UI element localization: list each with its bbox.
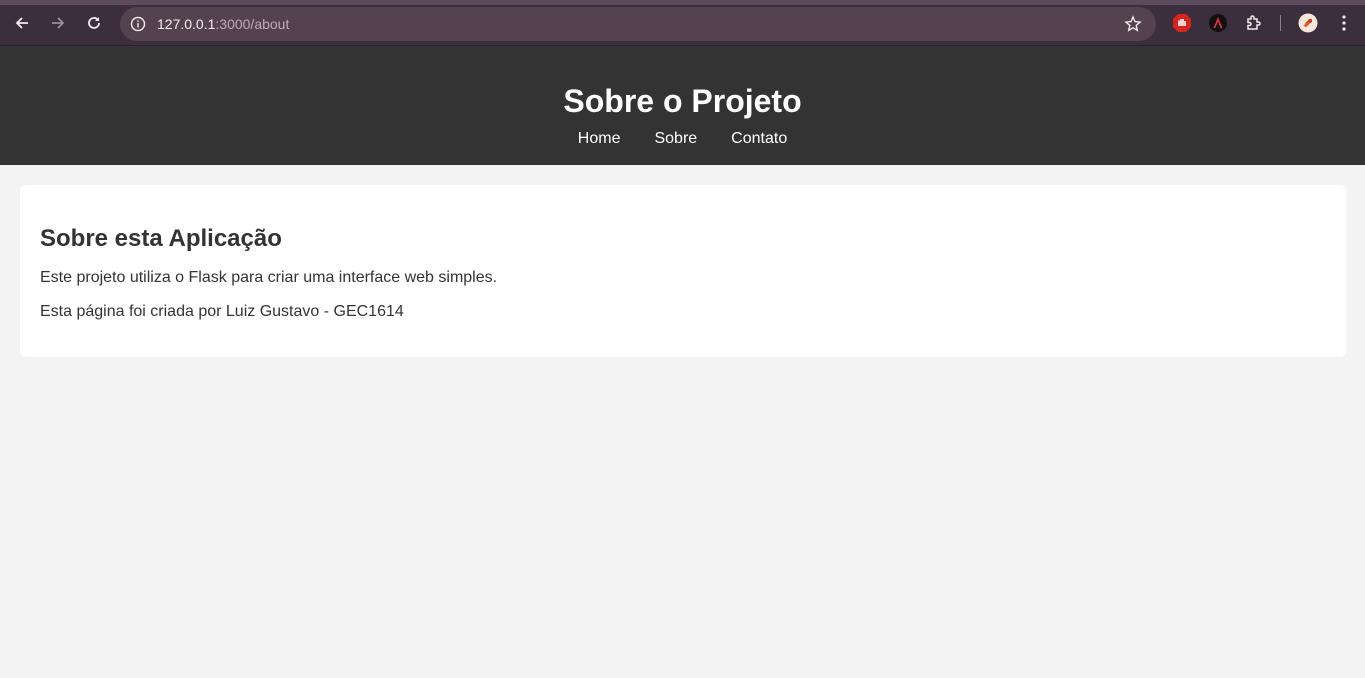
site-nav: Home Sobre Contato (0, 130, 1365, 148)
content-card: Sobre esta Aplicação Este projeto utiliz… (20, 185, 1346, 357)
content-paragraph: Este projeto utiliza o Flask para criar … (40, 269, 498, 286)
profile-avatar-icon (1298, 13, 1318, 33)
back-button[interactable] (10, 11, 34, 35)
reload-icon (88, 17, 100, 29)
reload-button[interactable] (82, 11, 106, 35)
back-icon (15, 17, 28, 29)
content-heading: Sobre esta Aplicação (40, 225, 282, 252)
extension-angular[interactable] (1206, 11, 1230, 35)
extensions-puzzle-icon (1247, 15, 1261, 30)
site-header: Sobre o Projeto Home Sobre Contato (0, 46, 1365, 165)
extension-adblock[interactable] (1170, 11, 1194, 35)
site-title: Sobre o Projeto (563, 83, 802, 119)
bookmark-star-icon[interactable] (1124, 15, 1142, 33)
url-text[interactable]: 127.0.0.1:3000/about (157, 16, 289, 32)
nav-link-home[interactable]: Home (578, 130, 621, 148)
nav-link-contato[interactable]: Contato (731, 130, 787, 148)
extensions-button[interactable] (1242, 11, 1266, 35)
menu-kebab-icon (1342, 15, 1346, 31)
forward-button[interactable] (46, 11, 70, 35)
site-info-button[interactable] (128, 14, 148, 34)
url-path: :3000/about (215, 16, 290, 32)
site-info-icon (130, 16, 146, 32)
profile-button[interactable] (1296, 11, 1320, 35)
nav-link-sobre[interactable]: Sobre (654, 130, 697, 148)
content-paragraph-author: Esta página foi criada por Luiz Gustavo … (40, 303, 404, 320)
browser-menu-button[interactable] (1332, 11, 1356, 35)
toolbar-divider (1280, 15, 1281, 31)
url-host: 127.0.0.1 (157, 16, 216, 32)
address-bar[interactable]: 127.0.0.1:3000/about (120, 7, 1156, 41)
forward-icon (52, 17, 65, 29)
extension-adblock-icon (1173, 14, 1191, 32)
extension-angular-icon (1209, 14, 1227, 32)
browser-toolbar: 127.0.0.1:3000/about (0, 0, 1365, 46)
